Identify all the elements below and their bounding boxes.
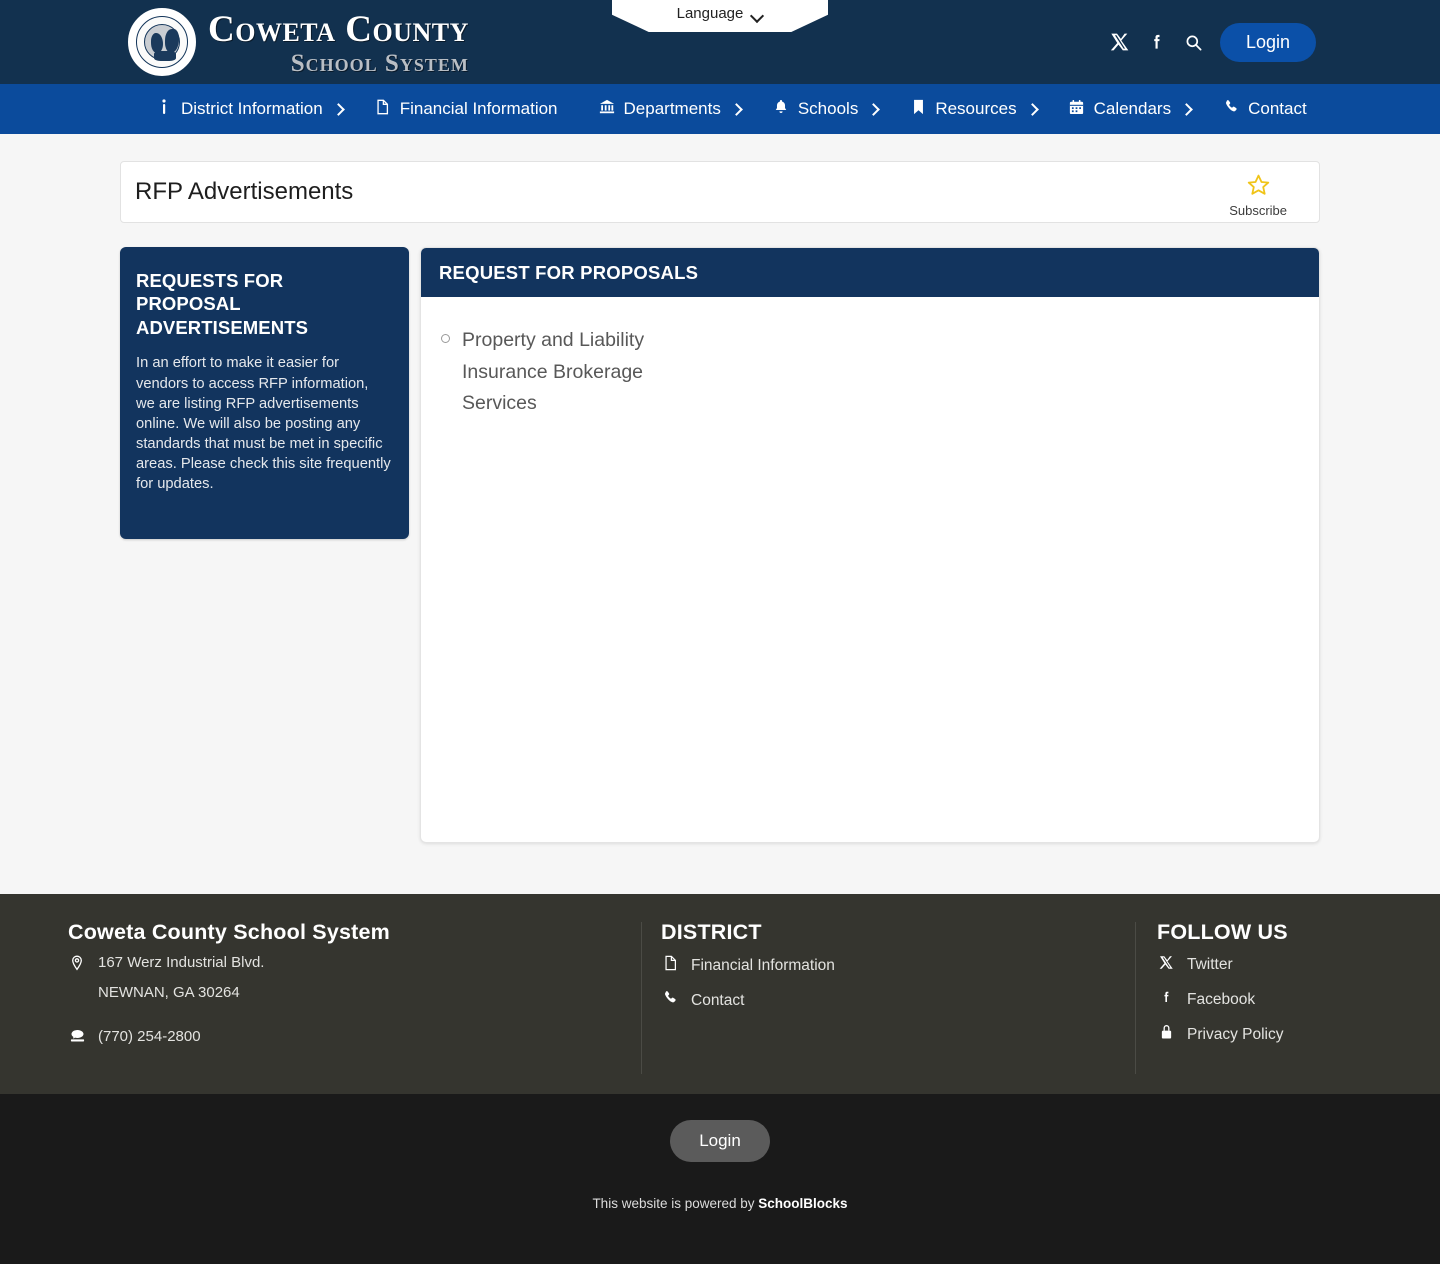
bookmark-icon [910, 99, 926, 119]
subscribe-button[interactable]: Subscribe [1229, 173, 1287, 218]
footer-link-label: Privacy Policy [1187, 1025, 1284, 1043]
chevron-right-icon [1025, 102, 1039, 116]
lock-icon [1157, 1024, 1175, 1045]
footer-district-heading: DISTRICT [661, 920, 762, 944]
footer-address-line1: 167 Werz Industrial Blvd. [98, 954, 265, 971]
footer-org-name: Coweta County School System [68, 920, 390, 944]
nav-item-district-information[interactable]: District Information [140, 84, 359, 134]
site-footer: Coweta County School System 167 Werz Ind… [0, 894, 1440, 1094]
powered-prefix: This website is powered by [592, 1196, 759, 1211]
main-navigation: District Information Financial Informati… [0, 84, 1440, 134]
logo-sub-text: School System [290, 49, 469, 77]
search-icon[interactable] [1184, 33, 1203, 52]
nav-label: Schools [797, 99, 859, 118]
footer-link-financial-information[interactable]: Financial Information [661, 955, 1135, 976]
footer-address-line2: NEWNAN, GA 30264 [98, 984, 240, 1001]
rfp-panel-heading: REQUEST FOR PROPOSALS [439, 261, 699, 283]
rfp-list-panel: REQUEST FOR PROPOSALS Property and Liabi… [420, 247, 1320, 843]
footer-phone-number: (770) 254-2800 [98, 1028, 201, 1045]
page-title: RFP Advertisements [135, 178, 354, 205]
page-content: RFP Advertisements Subscribe REQUESTS FO… [0, 161, 1440, 843]
nav-label: Departments [623, 99, 721, 118]
site-logo[interactable]: Coweta County School System [128, 8, 469, 76]
document-icon [661, 955, 679, 976]
nav-item-schools[interactable]: Schools [757, 84, 894, 134]
footer-link-label: Contact [691, 991, 745, 1009]
bell-icon [773, 99, 789, 119]
footer-address: 167 Werz Industrial Blvd. [68, 955, 641, 974]
rfp-panel-body: Property and Liability Insurance Brokera… [421, 297, 1319, 842]
footer-link-privacy-policy[interactable]: Privacy Policy [1157, 1024, 1435, 1045]
rfp-link-label: Property and Liability Insurance Brokera… [462, 329, 645, 415]
rfp-info-body: In an effort to make it easier for vendo… [136, 355, 391, 493]
document-icon [375, 99, 391, 119]
county-seal-icon [128, 8, 196, 76]
logo-main-text: Coweta County [208, 8, 469, 50]
nav-label: Contact [1248, 99, 1307, 118]
nav-item-departments[interactable]: Departments [583, 84, 757, 134]
nav-item-contact[interactable]: Contact [1207, 84, 1332, 134]
chevron-right-icon [331, 102, 345, 116]
footer-link-label: Facebook [1187, 990, 1256, 1008]
footer-follow-column: FOLLOW US Twitter Facebook Privacy Polic… [1135, 920, 1435, 1094]
nav-label: Calendars [1093, 99, 1172, 118]
list-item[interactable]: Property and Liability Insurance Brokera… [441, 325, 1299, 420]
phone-icon [1223, 99, 1239, 119]
footer-link-twitter[interactable]: Twitter [1157, 955, 1435, 975]
rfp-info-heading: REQUESTS FOR PROPOSAL ADVERTISEMENTS [136, 270, 309, 338]
phone-icon [661, 990, 679, 1011]
page-title-bar: RFP Advertisements Subscribe [120, 161, 1320, 223]
footer-link-label: Financial Information [691, 956, 835, 974]
nav-item-calendars[interactable]: Calendars [1053, 84, 1208, 134]
nav-item-resources[interactable]: Resources [894, 84, 1052, 134]
footer-link-contact[interactable]: Contact [661, 990, 1135, 1011]
powered-brand[interactable]: SchoolBlocks [758, 1196, 847, 1211]
twitter-x-icon[interactable] [1110, 32, 1130, 52]
footer-link-facebook[interactable]: Facebook [1157, 989, 1435, 1010]
chevron-right-icon [1180, 102, 1193, 116]
footer-district-column: DISTRICT Financial Information Contact [641, 920, 1135, 1094]
footer-link-label: Twitter [1187, 956, 1233, 973]
login-button[interactable]: Login [1219, 22, 1316, 62]
header-actions: Login [1110, 22, 1316, 62]
telephone-icon [68, 1029, 86, 1046]
nav-label: District Information [181, 99, 323, 118]
powered-by-text: This website is powered by SchoolBlocks [0, 1196, 1440, 1211]
circle-bullet-icon [441, 334, 450, 343]
rfp-info-card: REQUESTS FOR PROPOSAL ADVERTISEMENTS In … [120, 247, 409, 539]
language-selector[interactable]: Language [612, 0, 828, 32]
subscribe-label: Subscribe [1229, 202, 1287, 218]
chevron-down-icon [752, 11, 763, 18]
footer-login-button[interactable]: Login [670, 1120, 770, 1162]
twitter-x-icon [1157, 955, 1175, 975]
chevron-right-icon [729, 102, 743, 116]
language-label: Language [676, 5, 744, 22]
facebook-icon [1157, 989, 1175, 1010]
footer-follow-heading: FOLLOW US [1157, 920, 1288, 944]
logotype: Coweta County School System [208, 9, 469, 76]
calendar-icon [1069, 99, 1085, 119]
chevron-right-icon [867, 102, 881, 116]
nav-label: Financial Information [399, 99, 558, 118]
location-marker-icon [68, 955, 86, 974]
footer-bottom-bar: Login This website is powered by SchoolB… [0, 1094, 1440, 1264]
star-icon [1246, 173, 1271, 202]
rfp-panel-header: REQUEST FOR PROPOSALS [421, 248, 1319, 297]
main-row: REQUESTS FOR PROPOSAL ADVERTISEMENTS In … [120, 247, 1320, 843]
site-header: Coweta County School System Language Log… [0, 0, 1440, 84]
info-icon [156, 99, 172, 119]
facebook-icon[interactable] [1147, 32, 1167, 52]
nav-label: Resources [935, 99, 1017, 118]
nav-item-financial-information[interactable]: Financial Information [359, 84, 583, 134]
bank-icon [599, 99, 615, 119]
footer-org-column: Coweta County School System 167 Werz Ind… [68, 920, 641, 1094]
footer-phone[interactable]: (770) 254-2800 [68, 1029, 641, 1046]
